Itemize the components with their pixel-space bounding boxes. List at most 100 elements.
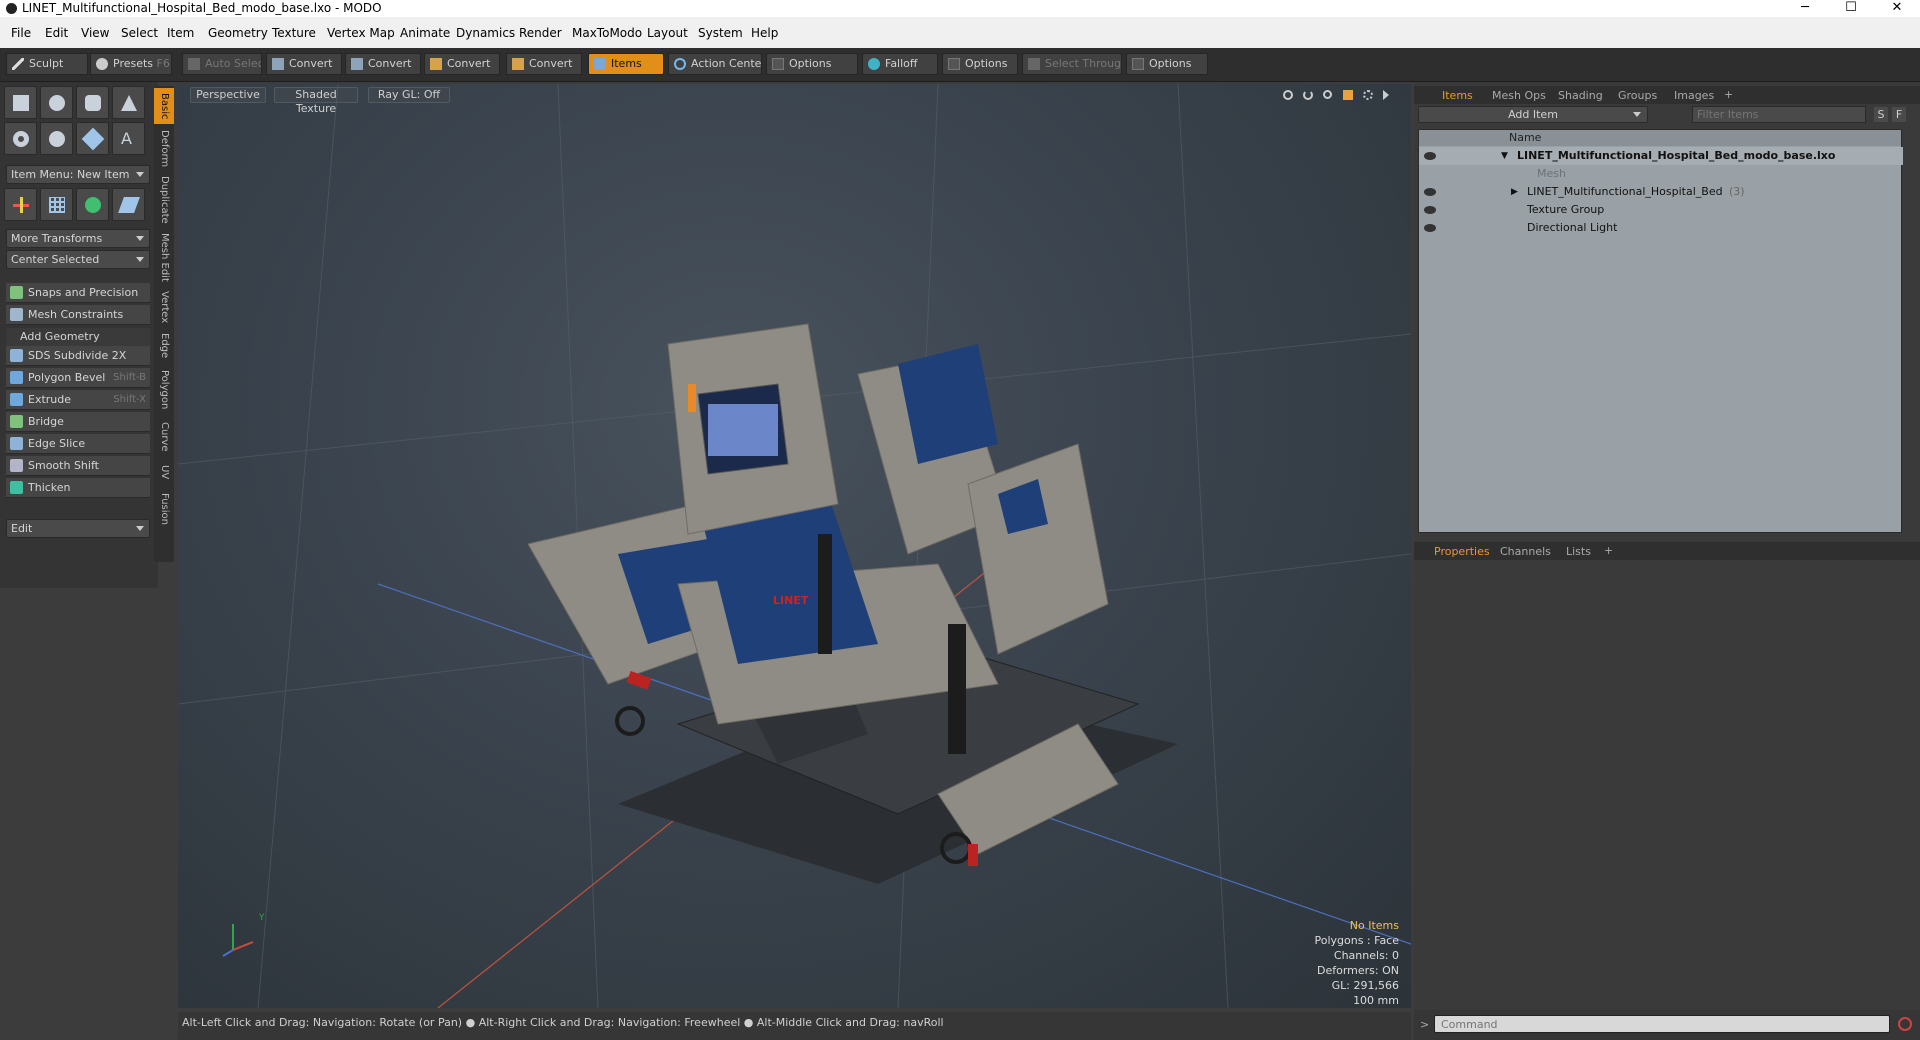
tree-row-mesh[interactable]: Mesh [1419,165,1903,183]
edge-slice-button[interactable]: Edge Slice [6,434,150,454]
3d-viewport[interactable]: Perspective Shaded Texture Ray GL: Off L… [178,84,1411,1008]
bridge-button[interactable]: Bridge [6,412,150,432]
bridge-icon [10,415,23,428]
mesh-constraints-button[interactable]: Mesh Constraints [6,305,150,325]
options-button-2[interactable]: Options [942,53,1018,75]
menu-edit[interactable]: Edit [45,26,68,40]
tab-deform[interactable]: Deform [154,128,174,170]
tab-polygon[interactable]: Polygon [154,366,174,414]
capsule-icon [49,131,65,147]
menu-select[interactable]: Select [121,26,158,40]
torus-primitive-button[interactable] [4,122,37,155]
tab-edge[interactable]: Edge [154,330,174,362]
menu-animate[interactable]: Animate [400,26,450,40]
edit-dropdown[interactable]: Edit [6,519,150,538]
menu-layout[interactable]: Layout [647,26,688,40]
auto-select-button[interactable]: Auto Select [182,53,262,75]
text-tool-button[interactable]: A [112,122,145,155]
cube-primitive-button[interactable] [4,86,37,119]
select-through-button[interactable]: Select Through [1022,53,1122,75]
transform-tool-button[interactable] [4,188,37,221]
falloff-button[interactable]: Falloff [862,53,938,75]
extrude-button[interactable]: Extrude Shift-X [6,390,150,410]
capsule-primitive-button[interactable] [40,122,73,155]
add-item-dropdown[interactable]: Add Item [1418,106,1648,123]
menu-file[interactable]: File [11,26,31,40]
smooth-shift-button[interactable]: Smooth Shift [6,456,150,476]
menu-item[interactable]: Item [167,26,194,40]
options-button-3[interactable]: Options [1126,53,1208,75]
items-button[interactable]: Items [588,53,664,75]
tab-lists[interactable]: Lists [1566,545,1591,558]
tab-curve[interactable]: Curve [154,418,174,456]
options-button-1[interactable]: Options [766,53,858,75]
filter-f-button[interactable]: F [1892,107,1906,122]
filter-items-input[interactable] [1692,106,1866,123]
eye-icon[interactable] [1424,206,1436,214]
filter-s-button[interactable]: S [1874,107,1888,122]
expand-arrow-icon[interactable]: ▶ [1511,183,1518,201]
polygon-bevel-button[interactable]: Polygon Bevel Shift-B [6,368,150,388]
add-tab-icon[interactable]: + [1604,544,1613,557]
tab-uv[interactable]: UV [154,460,174,484]
tab-mesh-edit[interactable]: Mesh Edit [154,230,174,284]
center-selected-dropdown[interactable]: Center Selected [6,250,150,269]
tree-row-directional-light[interactable]: Directional Light [1419,219,1903,237]
cylinder-primitive-button[interactable] [76,86,109,119]
tab-vertex[interactable]: Vertex [154,288,174,326]
items-tab-bar: Items Mesh Ops Shading Groups Images + [1414,86,1920,104]
name-column-header[interactable]: Name [1509,130,1541,146]
eye-icon[interactable] [1424,224,1436,232]
menu-render[interactable]: Render [519,26,562,40]
globe-tool-button[interactable] [76,188,109,221]
add-geometry-section[interactable]: Add Geometry [6,328,150,346]
tab-images[interactable]: Images [1674,89,1714,102]
sds-subdivide-button[interactable]: SDS Subdivide 2X [6,346,150,366]
tab-properties[interactable]: Properties [1434,545,1490,558]
item-menu-dropdown[interactable]: Item Menu: New Item [6,165,150,184]
tree-row-scene[interactable]: ▼ LINET_Multifunctional_Hospital_Bed_modo… [1419,147,1903,165]
tree-row-bed[interactable]: ▶ LINET_Multifunctional_Hospital_Bed (3) [1419,183,1903,201]
tab-basic[interactable]: Basic [154,88,174,124]
menu-dynamics[interactable]: Dynamics [456,26,515,40]
tab-groups[interactable]: Groups [1618,89,1657,102]
action-center-button[interactable]: Action Center [668,53,762,75]
grid-tool-button[interactable] [40,188,73,221]
tab-items[interactable]: Items [1442,89,1473,102]
menu-view[interactable]: View [81,26,109,40]
tab-fusion[interactable]: Fusion [154,488,174,530]
cone-primitive-button[interactable] [112,86,145,119]
plane-tool-button[interactable] [112,188,145,221]
close-button[interactable]: ✕ [1874,0,1920,17]
presets-button[interactable]: Presets F6 [90,53,172,75]
tree-row-texture-group[interactable]: Texture Group [1419,201,1903,219]
tab-shading[interactable]: Shading [1558,89,1603,102]
command-input[interactable] [1434,1015,1890,1033]
convert-materials-button[interactable]: Convert [506,53,582,75]
record-icon[interactable] [1898,1017,1912,1031]
sculpt-button[interactable]: Sculpt [6,53,88,75]
pen-tool-button[interactable] [76,122,109,155]
minimize-button[interactable]: ─ [1782,0,1828,17]
sphere-primitive-button[interactable] [40,86,73,119]
tab-channels[interactable]: Channels [1500,545,1551,558]
menu-system[interactable]: System [698,26,743,40]
convert-polygons-button[interactable]: Convert [424,53,500,75]
menu-texture[interactable]: Texture [272,26,316,40]
convert-vertices-button[interactable]: Convert [266,53,342,75]
more-transforms-dropdown[interactable]: More Transforms [6,229,150,248]
menu-maxtomodo[interactable]: MaxToModo [572,26,642,40]
collapse-arrow-icon[interactable]: ▼ [1501,147,1508,165]
menu-vertex-map[interactable]: Vertex Map [327,26,395,40]
convert-edges-button[interactable]: Convert [345,53,421,75]
tab-duplicate[interactable]: Duplicate [154,174,174,226]
add-tab-icon[interactable]: + [1724,88,1733,101]
menu-help[interactable]: Help [751,26,778,40]
snaps-precision-button[interactable]: Snaps and Precision [6,283,150,303]
menu-geometry[interactable]: Geometry [208,26,268,40]
eye-icon[interactable] [1424,152,1436,160]
thicken-button[interactable]: Thicken [6,478,150,498]
tab-mesh-ops[interactable]: Mesh Ops [1492,89,1546,102]
eye-icon[interactable] [1424,188,1436,196]
maximize-button[interactable]: ☐ [1828,0,1874,17]
